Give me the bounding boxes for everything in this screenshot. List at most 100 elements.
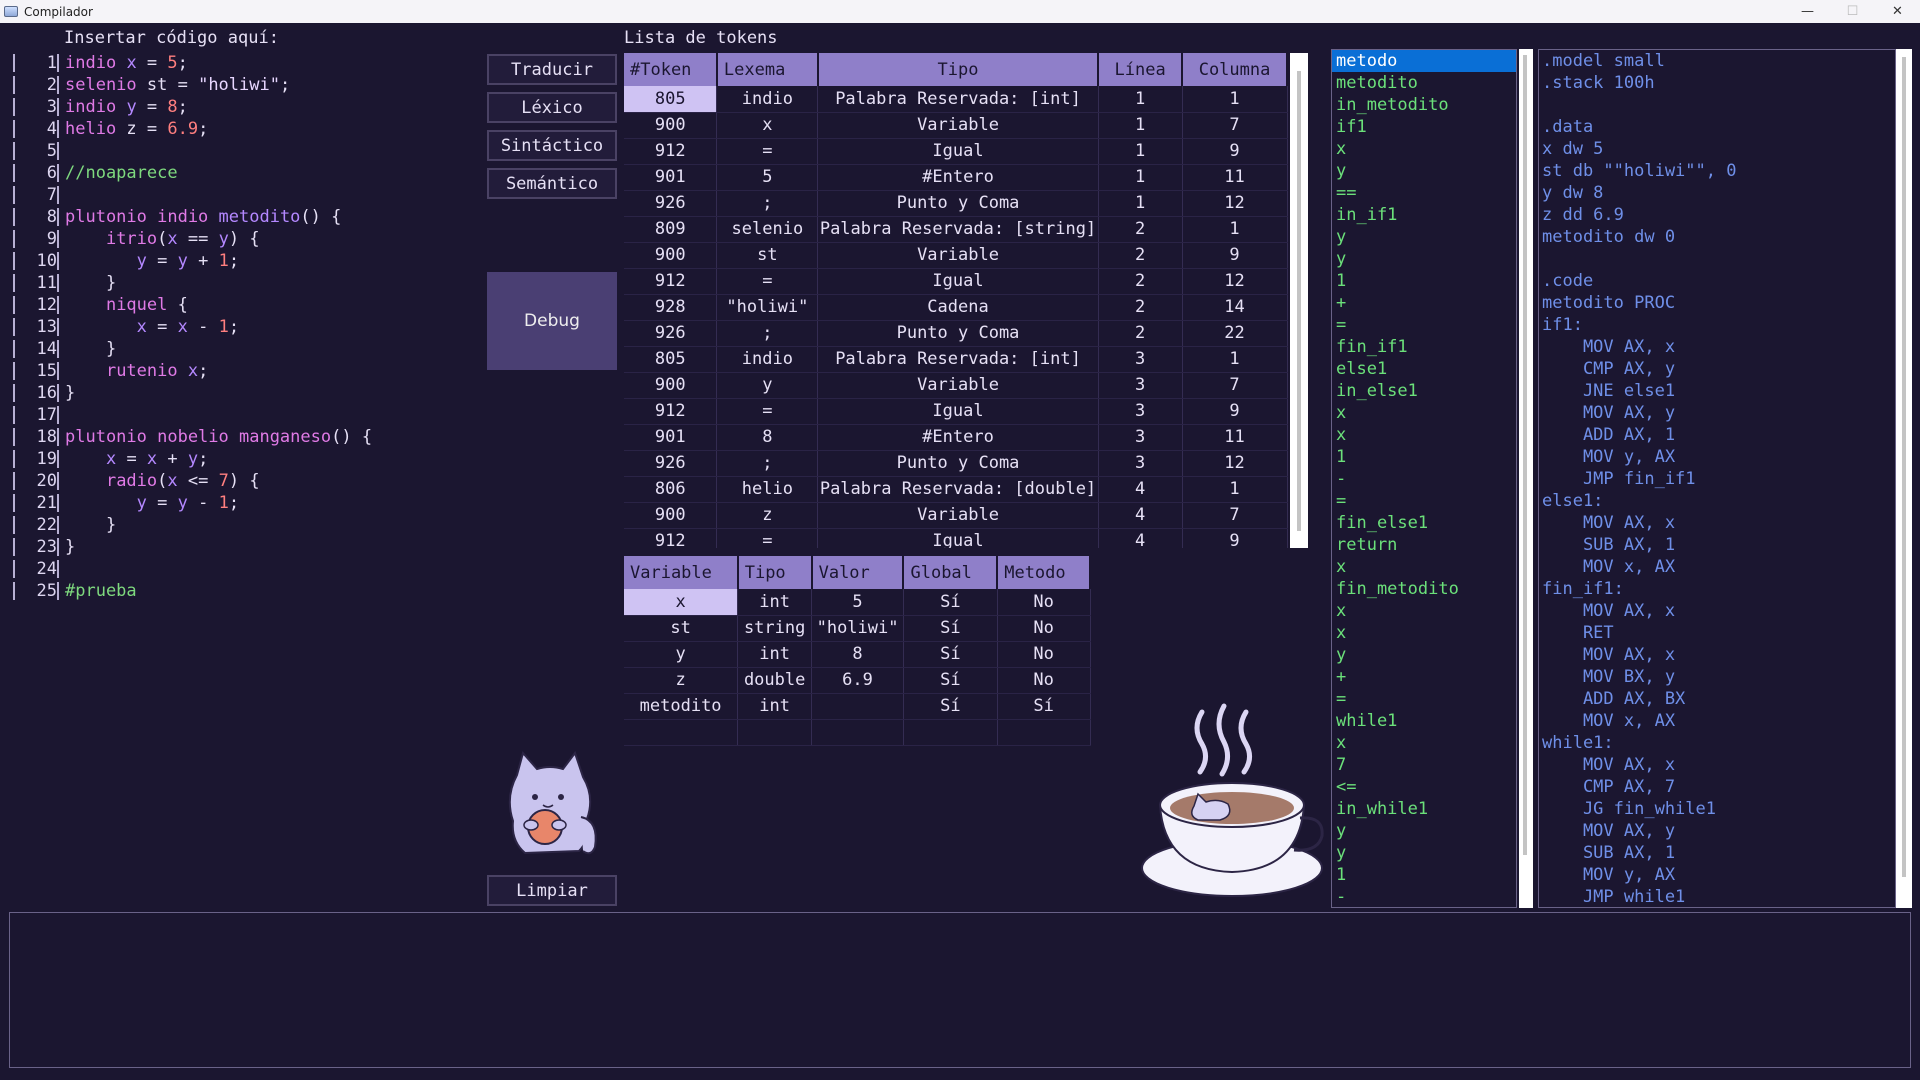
triplets-scroll-thumb[interactable] — [1523, 55, 1527, 855]
triplet-item[interactable]: y — [1332, 226, 1516, 248]
code-line[interactable]: 8 plutonio indio metodito() { — [9, 206, 483, 228]
triplet-item[interactable]: y — [1332, 248, 1516, 270]
code-line[interactable]: 11 } — [9, 272, 483, 294]
triplet-item[interactable]: x — [1332, 402, 1516, 424]
triplet-item[interactable]: + — [1332, 666, 1516, 688]
variables-column-header[interactable]: Tipo — [737, 556, 813, 589]
code-line[interactable]: 24 — [9, 558, 483, 580]
token-row[interactable]: 809 selenio Palabra Reservada: [string] 2 1 — [624, 216, 1288, 243]
code-line[interactable]: 25 #prueba — [9, 580, 483, 602]
code-line[interactable]: 18 plutonio nobelio manganeso() { — [9, 426, 483, 448]
triplet-item[interactable]: = — [1332, 314, 1516, 336]
debug-button[interactable]: Debug — [487, 272, 617, 370]
triplet-item[interactable]: in_else1 — [1332, 380, 1516, 402]
triplet-item[interactable]: in_if1 — [1332, 204, 1516, 226]
semantic-button[interactable]: Semántico — [487, 168, 617, 199]
code-line[interactable]: 22 } — [9, 514, 483, 536]
variable-row[interactable]: y int 8 Sí No — [624, 641, 1091, 668]
token-row[interactable]: 926; Punto y Coma 1 12 — [624, 190, 1288, 217]
triplet-item[interactable]: 1 — [1332, 864, 1516, 886]
variable-row[interactable] — [624, 719, 1091, 746]
assembly-scroll-thumb[interactable] — [1902, 57, 1906, 877]
triplet-item[interactable]: fin_if1 — [1332, 336, 1516, 358]
code-editor[interactable]: 1 indio x = 5; 2 selenio st = "holiwi"; 3 ind… — [9, 52, 483, 907]
code-line[interactable]: 10 y = y + 1; — [9, 250, 483, 272]
token-row[interactable]: 900 y Variable 3 7 — [624, 372, 1288, 399]
code-line[interactable]: 16} — [9, 382, 483, 404]
triplet-item[interactable]: = — [1332, 490, 1516, 512]
token-row[interactable]: 926; Punto y Coma 2 22 — [624, 320, 1288, 347]
triplet-item[interactable]: fin_metodito — [1332, 578, 1516, 600]
triplet-item[interactable]: metodito — [1332, 72, 1516, 94]
tokens-scrollbar[interactable] — [1290, 53, 1308, 548]
code-line[interactable]: 6 //noaparece — [9, 162, 483, 184]
variable-row[interactable]: st string "holiwi" Sí No — [624, 615, 1091, 642]
triplet-item[interactable]: metodo — [1332, 50, 1516, 72]
triplet-item[interactable]: y — [1332, 644, 1516, 666]
code-line[interactable]: 15 rutenio x; — [9, 360, 483, 382]
token-row[interactable]: 926; Punto y Coma 3 12 — [624, 450, 1288, 477]
triplet-item[interactable]: in_while1 — [1332, 798, 1516, 820]
token-row[interactable]: 805 indio Palabra Reservada: [int] 3 1 — [624, 346, 1288, 373]
code-line[interactable]: 2 selenio st = "holiwi"; — [9, 74, 483, 96]
triplet-item[interactable]: y — [1332, 160, 1516, 182]
triplet-item[interactable]: x — [1332, 600, 1516, 622]
code-line[interactable]: 19 x = x + y; — [9, 448, 483, 470]
token-row[interactable]: 901 8 #Entero 3 11 — [624, 424, 1288, 451]
triplet-item[interactable]: x — [1332, 732, 1516, 754]
syntactic-button[interactable]: Sintáctico — [487, 130, 617, 161]
token-row[interactable]: 900 z Variable 4 7 — [624, 502, 1288, 529]
variable-row[interactable]: x int 5 Sí No — [624, 589, 1091, 616]
triplet-item[interactable]: + — [1332, 292, 1516, 314]
code-line[interactable]: 23} — [9, 536, 483, 558]
token-row[interactable]: 900st Variable 2 9 — [624, 242, 1288, 269]
triplets-list[interactable]: metodo metodito in_metodito if1 x y == in_if1 y y… — [1331, 49, 1517, 908]
code-line[interactable]: 5 — [9, 140, 483, 162]
token-row[interactable]: 912 = Igual 2 12 — [624, 268, 1288, 295]
triplet-item[interactable]: = — [1332, 688, 1516, 710]
triplet-item[interactable]: == — [1332, 182, 1516, 204]
minimize-button[interactable]: — — [1785, 0, 1830, 23]
variables-column-header[interactable]: Metodo — [997, 556, 1091, 589]
code-line[interactable]: 3 indio y = 8; — [9, 96, 483, 118]
triplet-item[interactable]: return — [1332, 534, 1516, 556]
triplet-item[interactable]: <= — [1332, 776, 1516, 798]
code-line[interactable]: 17 — [9, 404, 483, 426]
triplet-item[interactable]: y — [1332, 820, 1516, 842]
triplets-scrollbar[interactable] — [1519, 49, 1533, 908]
code-line[interactable]: 1 indio x = 5; — [9, 52, 483, 74]
token-row[interactable]: 901 5 #Entero 1 11 — [624, 164, 1288, 191]
translate-button[interactable]: Traducir — [487, 54, 617, 85]
code-line[interactable]: 21 y = y - 1; — [9, 492, 483, 514]
token-row[interactable]: 912 = Igual 1 9 — [624, 138, 1288, 165]
tokens-column-header[interactable]: #Token — [624, 53, 718, 86]
lexical-button[interactable]: Léxico — [487, 92, 617, 123]
token-row[interactable]: 900 x Variable 1 7 — [624, 112, 1288, 139]
triplet-item[interactable]: fin_else1 — [1332, 512, 1516, 534]
code-line[interactable]: 7 — [9, 184, 483, 206]
triplet-item[interactable]: x — [1332, 556, 1516, 578]
triplet-item[interactable]: 1 — [1332, 270, 1516, 292]
triplet-item[interactable]: x — [1332, 622, 1516, 644]
triplet-item[interactable]: x — [1332, 424, 1516, 446]
code-line[interactable]: 12 niquel { — [9, 294, 483, 316]
code-line[interactable]: 20 radio(x <= 7) { — [9, 470, 483, 492]
tokens-column-header[interactable]: Tipo — [817, 53, 1100, 86]
token-row[interactable]: 806 helio Palabra Reservada: [double] 4 1 — [624, 476, 1288, 503]
triplet-item[interactable]: 7 — [1332, 754, 1516, 776]
triplet-item[interactable]: if1 — [1332, 116, 1516, 138]
tokens-scroll-thumb[interactable] — [1297, 71, 1301, 531]
triplet-item[interactable]: else1 — [1332, 358, 1516, 380]
variables-column-header[interactable]: Valor — [811, 556, 905, 589]
assembly-scrollbar[interactable] — [1896, 49, 1912, 908]
triplet-item[interactable]: x — [1332, 138, 1516, 160]
maximize-button[interactable]: ☐ — [1830, 0, 1875, 23]
triplet-item[interactable]: while1 — [1332, 710, 1516, 732]
token-row[interactable]: 928 "holiwi" Cadena 2 14 — [624, 294, 1288, 321]
variables-column-header[interactable]: Variable — [624, 556, 739, 589]
output-console[interactable] — [9, 912, 1911, 1068]
triplet-item[interactable]: - — [1332, 468, 1516, 490]
code-line[interactable]: 4 helio z = 6.9; — [9, 118, 483, 140]
code-line[interactable]: 13 x = x - 1; — [9, 316, 483, 338]
clear-button[interactable]: Limpiar — [487, 875, 617, 906]
